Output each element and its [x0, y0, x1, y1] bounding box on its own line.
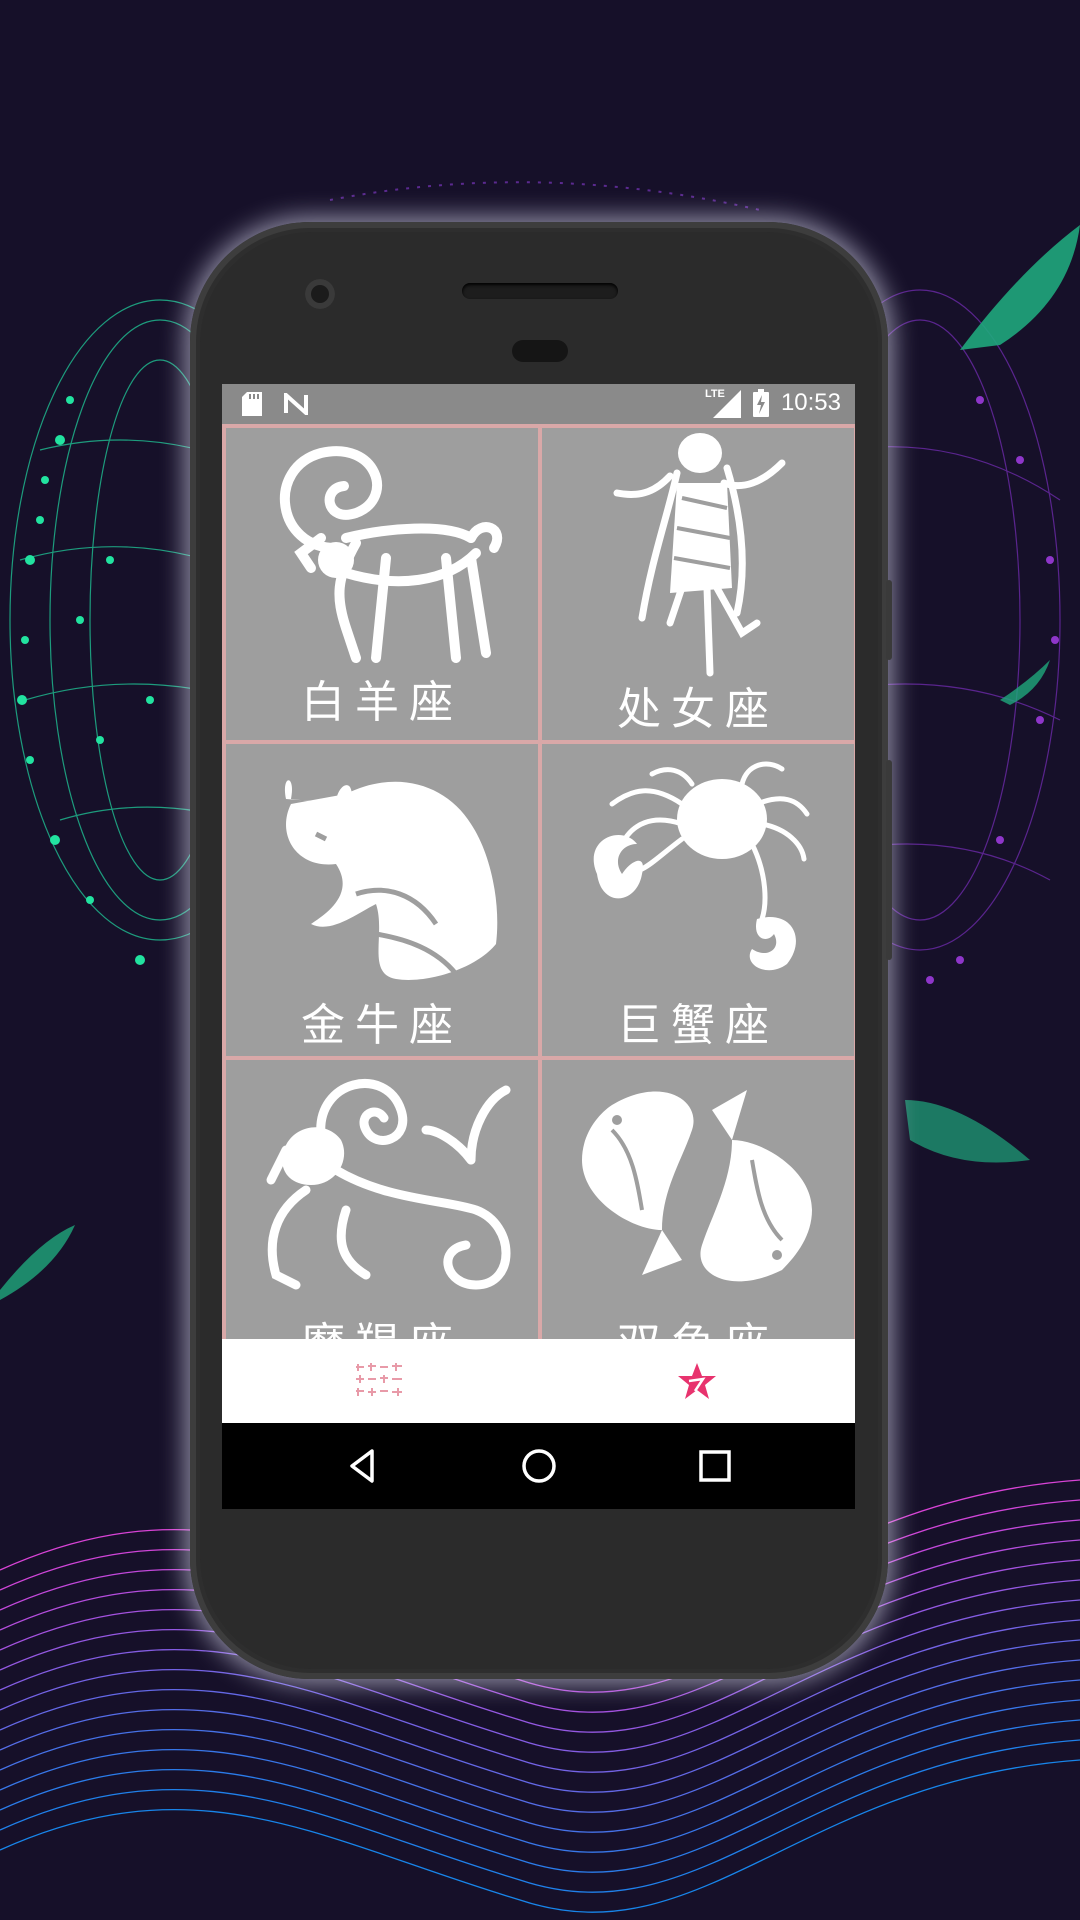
- power-button: [886, 580, 892, 660]
- capricorn-seagoat-icon: [266, 1079, 511, 1290]
- sd-card-icon: [242, 392, 262, 416]
- zodiac-label: 处女座: [617, 684, 779, 735]
- zodiac-card-aries[interactable]: 白羊座: [226, 428, 538, 740]
- zodiac-card-pisces[interactable]: 双鱼座: [542, 1060, 854, 1364]
- front-camera: [305, 279, 335, 309]
- volume-button: [886, 760, 892, 960]
- zodiac-card-capricorn[interactable]: 摩羯座: [226, 1060, 538, 1364]
- n-notification-icon: [284, 393, 308, 415]
- tab-text[interactable]: [222, 1339, 538, 1423]
- bottom-nav: [222, 1339, 855, 1423]
- aries-ram-icon: [279, 446, 503, 663]
- back-icon[interactable]: [340, 1443, 386, 1489]
- earpiece-speaker: [462, 283, 618, 299]
- phone-screen: LTE 10:53 白羊座 处女座 金牛座 巨蟹座: [222, 384, 855, 1509]
- zodiac-card-taurus[interactable]: 金牛座: [226, 744, 538, 1056]
- pisces-fish-icon: [582, 1090, 812, 1282]
- cancer-crab-icon: [593, 761, 810, 971]
- zodiac-label: 金牛座: [301, 1000, 463, 1051]
- signal-icon: [712, 390, 741, 418]
- system-nav-bar: [222, 1423, 855, 1509]
- star-icon: [678, 1363, 716, 1399]
- proximity-sensor: [512, 340, 568, 362]
- chinese-text-icon: [356, 1363, 402, 1396]
- home-icon[interactable]: [516, 1443, 562, 1489]
- leaf-decoration: [960, 225, 1080, 350]
- zodiac-label: 白羊座: [301, 677, 463, 728]
- zodiac-card-virgo[interactable]: 处女座: [542, 428, 854, 740]
- taurus-bull-icon: [284, 780, 498, 980]
- tab-star[interactable]: [539, 1339, 855, 1423]
- battery-charging-icon: [752, 389, 769, 417]
- virgo-maiden-icon: [613, 433, 786, 677]
- zodiac-card-cancer[interactable]: 巨蟹座: [542, 744, 854, 1056]
- status-bar: LTE 10:53: [222, 384, 855, 424]
- zodiac-grid: 白羊座 处女座 金牛座 巨蟹座: [222, 424, 855, 1364]
- status-time: 10:53: [780, 389, 841, 416]
- zodiac-label: 巨蟹座: [617, 1000, 779, 1051]
- recents-icon[interactable]: [692, 1443, 738, 1489]
